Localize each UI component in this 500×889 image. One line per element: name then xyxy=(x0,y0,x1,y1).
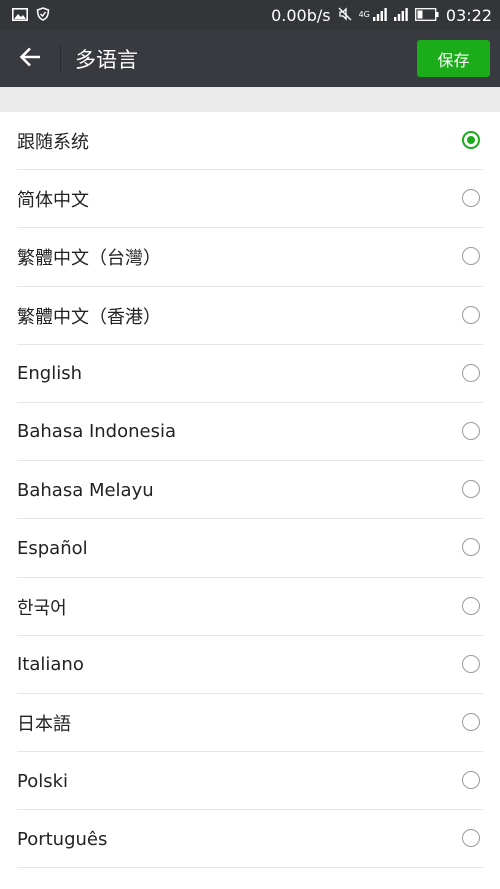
language-label: Italiano xyxy=(17,654,84,676)
language-label: Polski xyxy=(17,770,69,792)
radio-unchecked-icon[interactable] xyxy=(462,712,480,731)
language-label: 简体中文 xyxy=(17,190,89,212)
language-label: 跟随系统 xyxy=(17,132,89,153)
language-label: 繁體中文（香港） xyxy=(17,306,161,328)
status-left xyxy=(12,0,50,30)
language-option[interactable]: Polski xyxy=(0,752,500,811)
page-title: 多语言 xyxy=(75,47,138,72)
language-label: Bahasa Indonesia xyxy=(17,421,176,443)
language-option[interactable]: 简体中文 xyxy=(0,170,500,229)
row-divider xyxy=(17,867,483,869)
back-button[interactable] xyxy=(12,41,48,77)
language-option[interactable]: 한국어 xyxy=(0,578,500,636)
language-label: 繁體中文（台灣） xyxy=(17,248,161,270)
language-option[interactable]: English xyxy=(0,345,500,403)
shield-icon xyxy=(36,6,50,25)
radio-unchecked-icon[interactable] xyxy=(462,421,480,440)
status-bar: 0.00b/s 4G 03:22 xyxy=(0,0,500,30)
language-option[interactable]: 跟随系统 xyxy=(0,112,500,171)
language-option[interactable]: 日本語 xyxy=(0,694,500,753)
network-speed: 0.00b/s xyxy=(271,5,331,25)
language-option[interactable]: Español xyxy=(0,519,500,578)
language-label: 日本語 xyxy=(17,713,71,735)
app-bar: 多语言 保存 xyxy=(0,30,500,87)
radio-unchecked-icon[interactable] xyxy=(462,247,480,266)
signal-icon xyxy=(393,6,408,25)
section-gap xyxy=(0,87,500,112)
radio-unchecked-icon[interactable] xyxy=(462,654,480,673)
language-label: 한국어 xyxy=(17,597,67,619)
language-option[interactable]: Bahasa Indonesia xyxy=(0,403,500,462)
language-option[interactable]: Italiano xyxy=(0,636,500,694)
mute-icon xyxy=(338,6,352,25)
language-option[interactable]: 繁體中文（香港） xyxy=(0,287,500,345)
language-label: Español xyxy=(17,537,88,559)
radio-unchecked-icon[interactable] xyxy=(462,189,480,208)
radio-unchecked-icon[interactable] xyxy=(462,771,480,790)
language-label: Bahasa Melayu xyxy=(17,479,154,501)
save-button[interactable]: 保存 xyxy=(417,40,490,77)
radio-checked-icon[interactable] xyxy=(462,131,480,149)
image-icon xyxy=(12,6,28,25)
arrow-left-icon xyxy=(19,47,41,71)
clock: 03:22 xyxy=(445,5,492,25)
language-list: 跟随系统简体中文繁體中文（台灣） 繁體中文（香港） English Bahasa In… xyxy=(0,112,500,869)
status-right: 0.00b/s 4G 03:22 xyxy=(271,0,492,30)
radio-unchecked-icon[interactable] xyxy=(462,480,480,499)
radio-unchecked-icon[interactable] xyxy=(462,596,480,615)
header-divider xyxy=(60,45,61,73)
language-option[interactable]: Português xyxy=(0,810,500,869)
language-option[interactable]: 繁體中文（台灣） xyxy=(0,228,500,287)
radio-unchecked-icon[interactable] xyxy=(462,538,480,557)
language-option[interactable]: Bahasa Melayu xyxy=(0,461,500,520)
network-type: 4G xyxy=(358,10,370,19)
signal-icon xyxy=(372,6,387,25)
battery-icon xyxy=(414,6,439,25)
radio-unchecked-icon[interactable] xyxy=(462,305,480,324)
radio-unchecked-icon[interactable] xyxy=(462,829,480,848)
language-label: English xyxy=(17,363,82,385)
radio-unchecked-icon[interactable] xyxy=(462,363,480,382)
language-label: Português xyxy=(17,828,108,850)
